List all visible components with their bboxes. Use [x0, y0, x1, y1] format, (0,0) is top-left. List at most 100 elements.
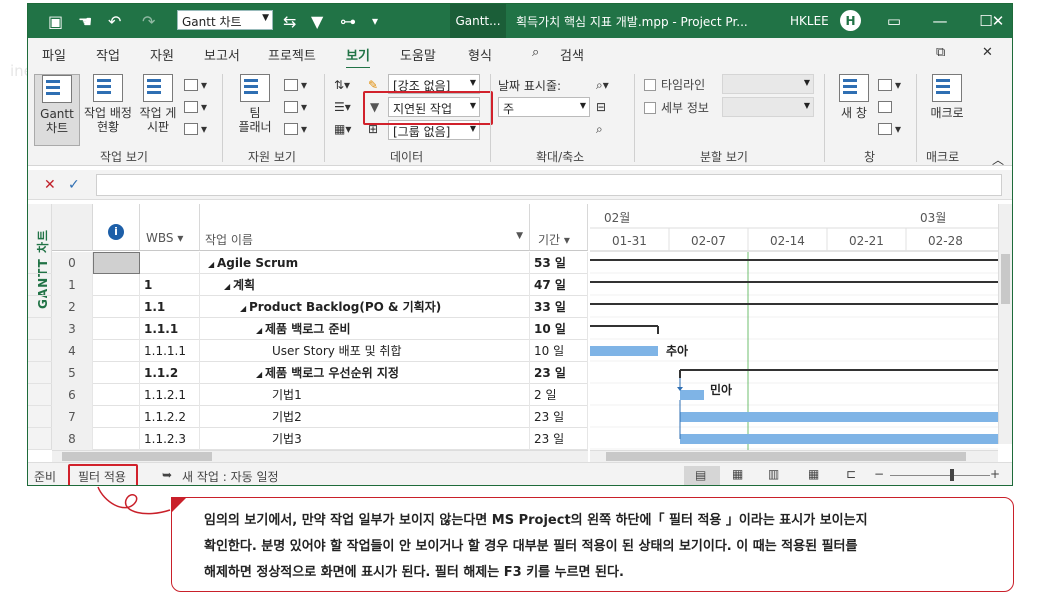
timeline-checkbox[interactable]: 타임라인: [644, 76, 705, 93]
customize-icon[interactable]: ▾: [372, 4, 378, 38]
select-all-corner[interactable]: [52, 204, 93, 251]
ribbon-display-icon[interactable]: ▭: [871, 4, 917, 38]
redo-icon[interactable]: ↷: [142, 4, 155, 38]
macro-button[interactable]: 매크로: [922, 74, 972, 120]
arrange-all-icon[interactable]: [878, 98, 895, 116]
duration-cell[interactable]: 53 일: [530, 252, 588, 274]
zoom-slider-thumb[interactable]: [950, 469, 954, 481]
menu-resource[interactable]: 자원: [150, 45, 174, 64]
table-row[interactable]: 2 1.1 ◢ Product Backlog(PO & 기획자) 33 일: [28, 296, 588, 318]
collapse-icon[interactable]: ◢: [224, 282, 233, 291]
wbs-cell[interactable]: 1.1.1.1: [140, 340, 200, 362]
details-select[interactable]: ▼: [722, 97, 814, 117]
duration-cell[interactable]: 10 일: [530, 318, 588, 340]
menu-file[interactable]: 파일: [42, 45, 66, 64]
search-icon[interactable]: ⌕: [532, 45, 539, 60]
menu-report[interactable]: 보고서: [204, 45, 240, 64]
wbs-cell[interactable]: 1.1.2: [140, 362, 200, 384]
touch-mode-icon[interactable]: ☚: [78, 4, 92, 38]
info-cell[interactable]: [93, 428, 140, 450]
task-name-cell[interactable]: ◢ 제품 백로그 준비: [200, 318, 530, 340]
minimize-icon[interactable]: —: [917, 4, 963, 38]
sort-icon[interactable]: ⇅▾: [334, 76, 350, 94]
gantt-scroll-thumb[interactable]: [606, 452, 966, 461]
task-name-cell[interactable]: 기법3: [200, 428, 530, 450]
table-row[interactable]: 4 1.1.1.1 User Story 배포 및 취합 10 일: [28, 340, 588, 362]
menu-format[interactable]: 형식: [468, 45, 492, 64]
resource-sheet-shortcut-icon[interactable]: ▦: [808, 467, 819, 481]
timescale-select[interactable]: 주 ▼: [498, 97, 590, 117]
menu-view[interactable]: 보기: [346, 45, 370, 69]
hide-window-icon[interactable]: ▾: [878, 120, 901, 138]
duration-cell[interactable]: 23 일: [530, 428, 588, 450]
task-name-cell[interactable]: ◢ Product Backlog(PO & 기획자): [200, 296, 530, 318]
task-name-cell[interactable]: 기법2: [200, 406, 530, 428]
zoom-slider[interactable]: [890, 475, 990, 476]
gantt-view-shortcut[interactable]: ▤: [684, 466, 720, 485]
task-name-cell[interactable]: ◢ 계획: [200, 274, 530, 296]
info-cell[interactable]: [93, 406, 140, 428]
info-cell[interactable]: [93, 384, 140, 406]
accept-entry-icon[interactable]: ✓: [68, 176, 80, 194]
other-views-icon[interactable]: ▾: [184, 120, 207, 138]
duration-column-header[interactable]: 기간 ▾: [530, 204, 588, 251]
zoom-icon[interactable]: ⌕▾: [596, 76, 609, 94]
calendar-view-icon[interactable]: ▾: [184, 76, 207, 94]
gantt-tab[interactable]: Gantt...: [450, 4, 506, 38]
task-name-cell[interactable]: ◢ 제품 백로그 우선순위 지정: [200, 362, 530, 384]
gantt-horizontal-scrollbar[interactable]: [590, 450, 998, 462]
duration-cell[interactable]: 33 일: [530, 296, 588, 318]
report-shortcut-icon[interactable]: ⊏: [846, 467, 856, 481]
selected-tasks-icon[interactable]: ⌕: [596, 120, 603, 138]
switch-windows-icon[interactable]: ▾: [878, 76, 901, 94]
vertical-scrollbar[interactable]: [998, 204, 1012, 444]
entry-input[interactable]: [96, 174, 1002, 196]
resource-usage-icon[interactable]: ▾: [284, 76, 307, 94]
entire-project-icon[interactable]: ⊟: [596, 98, 606, 116]
new-window-button[interactable]: 새 창: [832, 74, 876, 120]
wbs-cell[interactable]: 1.1.2.2: [140, 406, 200, 428]
duration-cell[interactable]: 2 일: [530, 384, 588, 406]
duration-cell[interactable]: 23 일: [530, 406, 588, 428]
search-label[interactable]: 검색: [560, 45, 584, 64]
wbs-cell[interactable]: 1.1.2.1: [140, 384, 200, 406]
task-usage-button[interactable]: 작업 배정 현황: [80, 74, 136, 134]
duration-cell[interactable]: 23 일: [530, 362, 588, 384]
row-number[interactable]: 3: [52, 318, 93, 340]
info-column-header[interactable]: i: [93, 204, 140, 251]
collapse-icon[interactable]: ◢: [256, 370, 265, 379]
table-row[interactable]: 8 1.1.2.3 기법3 23 일: [28, 428, 588, 450]
org-chart-icon[interactable]: ⊶: [340, 4, 356, 38]
duration-cell[interactable]: 47 일: [530, 274, 588, 296]
info-cell[interactable]: [93, 340, 140, 362]
table-row[interactable]: 6 1.1.2.1 기법1 2 일: [28, 384, 588, 406]
close-icon[interactable]: ✕: [981, 4, 1012, 38]
wbs-cell[interactable]: 1.1.2.3: [140, 428, 200, 450]
task-name-cell[interactable]: ◢ Agile Scrum: [200, 252, 530, 274]
avatar[interactable]: H: [840, 10, 861, 31]
row-number[interactable]: 0: [52, 252, 93, 274]
network-view-icon[interactable]: ▾: [184, 98, 207, 116]
link-tasks-icon[interactable]: ⇆: [283, 4, 296, 38]
timeline-select[interactable]: ▼: [722, 74, 814, 94]
outline-icon[interactable]: ☰▾: [334, 98, 351, 116]
row-number[interactable]: 8: [52, 428, 93, 450]
task-sheet-button[interactable]: 작업 게 시판: [136, 74, 180, 134]
save-icon[interactable]: ▣: [48, 4, 63, 38]
collapse-icon[interactable]: ◢: [208, 260, 217, 269]
wbs-cell[interactable]: 1.1.1: [140, 318, 200, 340]
duration-cell[interactable]: 10 일: [530, 340, 588, 362]
wbs-column-header[interactable]: WBS ▾: [140, 204, 200, 251]
table-row[interactable]: 0 ◢ Agile Scrum 53 일: [28, 252, 588, 274]
task-name-cell[interactable]: User Story 배포 및 취합: [200, 340, 530, 362]
menu-project[interactable]: 프로젝트: [268, 45, 316, 64]
details-checkbox[interactable]: 세부 정보: [644, 99, 709, 116]
zoom-in-icon[interactable]: +: [990, 467, 1000, 481]
resource-other-icon[interactable]: ▾: [284, 120, 307, 138]
row-number[interactable]: 5: [52, 362, 93, 384]
resource-sheet-icon[interactable]: ▾: [284, 98, 307, 116]
table-row[interactable]: 7 1.1.2.2 기법2 23 일: [28, 406, 588, 428]
tables-icon[interactable]: ▦▾: [334, 120, 351, 138]
table-row[interactable]: 1 1 ◢ 계획 47 일: [28, 274, 588, 296]
info-cell[interactable]: [93, 318, 140, 340]
